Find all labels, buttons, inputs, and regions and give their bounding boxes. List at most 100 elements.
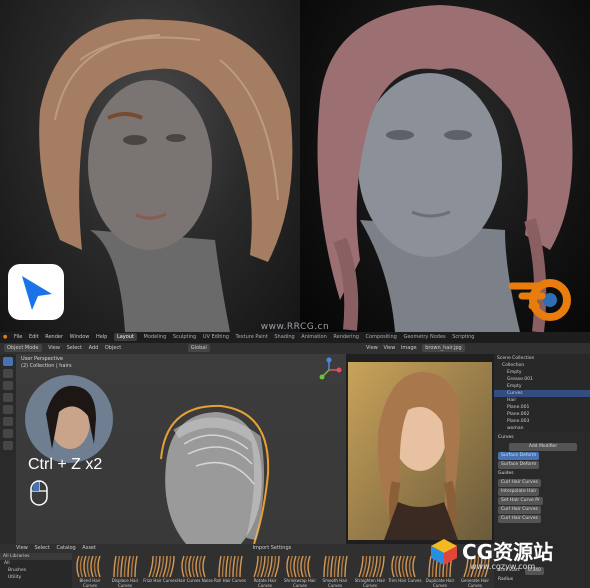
measure-tool-icon[interactable] — [3, 441, 13, 450]
asset-tile[interactable]: Displace Hair Curves — [107, 553, 143, 588]
modifier-surface-deform-1[interactable]: Surface Deform — [498, 452, 540, 460]
asset-tile[interactable]: Trim Hair Curves — [387, 553, 423, 588]
tab-texture-paint[interactable]: Texture Paint — [236, 334, 268, 340]
tab-geometry-nodes[interactable]: Geometry Nodes — [403, 334, 445, 340]
view-menu[interactable]: View — [48, 345, 60, 351]
3d-viewport[interactable]: User Perspective (2) Collection | hairs … — [16, 354, 346, 544]
object-mode-select[interactable]: Object Mode — [4, 344, 42, 352]
asset-tile[interactable]: Blend Hair Curves — [72, 553, 108, 588]
tab-scripting[interactable]: Scripting — [452, 334, 474, 340]
add-modifier-button[interactable]: Add Modifier — [508, 443, 578, 451]
asset-tile[interactable]: Frizz Hair Curves — [142, 553, 178, 588]
asset-asset-menu[interactable]: Asset — [82, 545, 96, 551]
hair-strand — [391, 555, 395, 578]
ie-view-menu[interactable]: View — [366, 345, 378, 351]
ie-image-name[interactable]: brown_hair.jpg — [422, 344, 465, 352]
modifier-curl-hair-1[interactable]: Curl Hair Curves — [498, 479, 541, 487]
hair-asset-thumbnail — [145, 554, 175, 578]
tab-layout[interactable]: Layout — [113, 333, 137, 341]
viewport-header: Object Mode View Select Add Object Globa… — [0, 343, 346, 354]
asset-tile[interactable]: Shrinkwrap Hair Curves — [282, 553, 318, 588]
catalog-item[interactable]: Utility — [0, 574, 72, 581]
asset-view-menu[interactable]: View — [16, 545, 28, 551]
hair-strand — [113, 555, 117, 578]
navigation-gizmo[interactable] — [316, 357, 342, 387]
outliner-row[interactable]: Plane.002 — [494, 411, 590, 418]
asset-label: Frizz Hair Curves — [143, 578, 177, 583]
asset-library-select[interactable]: All Libraries — [0, 553, 72, 560]
select-tool-icon[interactable] — [3, 357, 13, 366]
add-menu[interactable]: Add — [89, 345, 99, 351]
menu-render[interactable]: Render — [45, 334, 63, 340]
hair-strand — [116, 555, 121, 578]
hair-strand — [83, 555, 87, 578]
tab-animation[interactable]: Animation — [301, 334, 327, 340]
outliner: Scene Collection Collection Empty Grease… — [494, 343, 590, 431]
asset-tile[interactable]: Smooth Hair Curves — [317, 553, 353, 588]
menu-help[interactable]: Help — [96, 334, 107, 340]
tab-shading[interactable]: Shading — [274, 334, 294, 340]
catalog-item[interactable]: All — [0, 560, 72, 567]
hair-strand — [408, 555, 413, 578]
modifier-curl-hair-2[interactable]: Curl Hair Curves — [498, 506, 541, 514]
menu-file[interactable]: File — [14, 334, 22, 340]
asset-tile[interactable]: Straighten Hair Curves — [352, 553, 388, 588]
viewport-collection-label: (2) Collection | hairs — [21, 363, 72, 369]
hair-strand — [337, 555, 341, 578]
hair-strand — [358, 555, 364, 578]
rotate-tool-icon[interactable] — [3, 393, 13, 402]
tab-sculpting[interactable]: Sculpting — [173, 334, 196, 340]
move-tool-icon[interactable] — [3, 381, 13, 390]
outliner-row[interactable]: Hair — [494, 397, 590, 404]
tab-rendering[interactable]: Rendering — [333, 334, 359, 340]
ie-view-menu-2[interactable]: View — [383, 345, 395, 351]
transform-tool-icon[interactable] — [3, 417, 13, 426]
outliner-row[interactable]: Empty — [494, 369, 590, 376]
hair-strand — [303, 555, 308, 578]
shortcut-overlay: Ctrl + Z x2 — [28, 456, 103, 473]
asset-label: Straighten Hair Curves — [354, 578, 386, 588]
object-menu[interactable]: Object — [105, 345, 121, 351]
blender-menu-icon[interactable]: ● — [3, 334, 7, 340]
tab-compositing[interactable]: Compositing — [366, 334, 397, 340]
hair-strand — [202, 555, 206, 578]
asset-select-menu[interactable]: Select — [34, 545, 49, 551]
hair-strand — [90, 555, 94, 578]
menu-edit[interactable]: Edit — [29, 334, 39, 340]
asset-label: Rotate Hair Curves — [253, 578, 277, 588]
modifier-set-hair-curve[interactable]: Set Hair Curve Pr — [498, 497, 543, 505]
ie-image-menu[interactable]: Image — [401, 345, 417, 351]
viewport-perspective-label: User Perspective — [21, 356, 63, 362]
modifier-interpolate-hair[interactable]: Interpolate Hair — [498, 488, 540, 496]
properties-object-name: Curves — [498, 435, 514, 440]
modifier-curl-hair-3[interactable]: Curl Hair Curves — [498, 515, 541, 523]
asset-tile[interactable]: Rotate Hair Curves — [247, 553, 283, 588]
outliner-row[interactable]: Empty — [494, 383, 590, 390]
outliner-row-selected[interactable]: Curves — [494, 390, 590, 397]
scale-tool-icon[interactable] — [3, 405, 13, 414]
transform-orientation-select[interactable]: Global — [187, 344, 210, 352]
outliner-scene-collection[interactable]: Scene Collection — [494, 355, 590, 362]
cursor-tool-icon[interactable] — [3, 369, 13, 378]
tab-modeling[interactable]: Modeling — [144, 334, 167, 340]
modifier-guides[interactable]: Guides — [498, 470, 588, 478]
hair-strand — [195, 555, 199, 578]
outliner-row[interactable]: Plane.003 — [494, 418, 590, 425]
outliner-row[interactable]: Plane.001 — [494, 404, 590, 411]
select-menu[interactable]: Select — [67, 345, 82, 351]
hair-strand — [253, 555, 259, 578]
outliner-row[interactable]: Collection — [494, 362, 590, 369]
hair-strand — [239, 555, 243, 578]
hair-strand — [412, 555, 416, 578]
tab-uv-editing[interactable]: UV Editing — [203, 334, 229, 340]
menu-window[interactable]: Window — [70, 334, 90, 340]
modifier-surface-deform-2[interactable]: Surface Deform — [498, 461, 540, 469]
hair-strand — [289, 555, 294, 578]
asset-tile[interactable]: Hair Curves Noise — [177, 553, 213, 588]
asset-catalog-menu[interactable]: Catalog — [57, 545, 76, 551]
outliner-row[interactable]: Grease.001 — [494, 376, 590, 383]
catalog-item[interactable]: Brushes — [0, 567, 72, 574]
annotate-tool-icon[interactable] — [3, 429, 13, 438]
import-settings-button[interactable]: Import Settings — [253, 545, 292, 551]
asset-tile[interactable]: Roll Hair Curves — [212, 553, 248, 588]
